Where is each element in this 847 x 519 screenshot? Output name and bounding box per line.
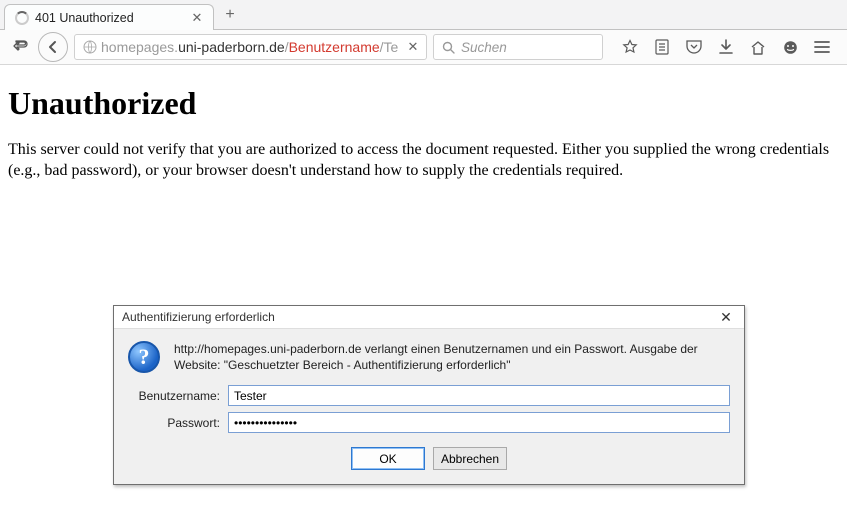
- page-content: Unauthorized This server could not verif…: [0, 65, 847, 194]
- dialog-title: Authentifizierung erforderlich: [122, 310, 714, 324]
- dialog-buttons: OK Abbrechen: [128, 447, 730, 470]
- smiley-icon[interactable]: [781, 38, 799, 56]
- reader-view-icon[interactable]: [653, 38, 671, 56]
- globe-icon: [83, 40, 97, 54]
- username-label: Benutzername:: [128, 389, 220, 403]
- password-label: Passwort:: [128, 416, 220, 430]
- search-icon: [442, 41, 455, 54]
- pocket-icon[interactable]: [685, 38, 703, 56]
- question-icon: ?: [128, 341, 160, 373]
- tab-title: 401 Unauthorized: [35, 11, 183, 25]
- dialog-message: http://homepages.uni-paderborn.de verlan…: [174, 341, 730, 373]
- toolbar-right-icons: [609, 38, 839, 56]
- loading-spinner-icon: [15, 11, 29, 25]
- password-row: Passwort:: [128, 412, 730, 433]
- tab-close-icon[interactable]: ✕: [189, 10, 205, 26]
- username-row: Benutzername:: [128, 385, 730, 406]
- dialog-form: Benutzername: Passwort:: [128, 385, 730, 433]
- username-input[interactable]: [228, 385, 730, 406]
- ok-button[interactable]: OK: [351, 447, 425, 470]
- stop-loading-icon[interactable]: ✕: [402, 36, 424, 58]
- url-text: homepages.uni-paderborn.de/Benutzername/…: [101, 39, 398, 55]
- dialog-message-row: ? http://homepages.uni-paderborn.de verl…: [128, 341, 730, 373]
- search-bar[interactable]: Suchen: [433, 34, 603, 60]
- browser-tab[interactable]: 401 Unauthorized ✕: [4, 4, 214, 30]
- menu-icon[interactable]: [813, 38, 831, 56]
- back-button[interactable]: [38, 32, 68, 62]
- bookmark-star-icon[interactable]: [621, 38, 639, 56]
- page-heading: Unauthorized: [8, 85, 839, 122]
- toolbar: homepages.uni-paderborn.de/Benutzername/…: [0, 30, 847, 65]
- auth-dialog: Authentifizierung erforderlich ✕ ? http:…: [113, 305, 745, 485]
- screenshot-icon[interactable]: [8, 36, 32, 58]
- cancel-button[interactable]: Abbrechen: [433, 447, 507, 470]
- dialog-close-icon[interactable]: ✕: [714, 308, 738, 326]
- home-icon[interactable]: [749, 38, 767, 56]
- url-bar[interactable]: homepages.uni-paderborn.de/Benutzername/…: [74, 34, 427, 60]
- password-input[interactable]: [228, 412, 730, 433]
- page-body-text: This server could not verify that you ar…: [8, 140, 838, 182]
- dialog-titlebar: Authentifizierung erforderlich ✕: [114, 306, 744, 328]
- search-placeholder: Suchen: [461, 40, 507, 55]
- tab-strip: 401 Unauthorized ✕ +: [0, 0, 847, 30]
- new-tab-button[interactable]: +: [218, 3, 242, 27]
- dialog-body: ? http://homepages.uni-paderborn.de verl…: [114, 328, 744, 484]
- downloads-icon[interactable]: [717, 38, 735, 56]
